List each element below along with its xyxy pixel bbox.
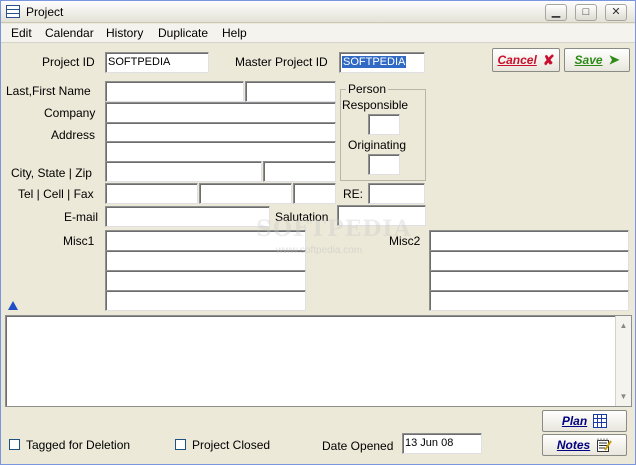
tel-cell-fax-label: Tel | Cell | Fax [18,187,94,201]
date-opened-field[interactable]: 13 Jun 08 [402,433,482,454]
misc1-line3-field[interactable] [105,270,306,291]
first-name-field[interactable] [245,81,336,102]
cancel-button[interactable]: Cancel ✘ [492,48,560,72]
maximize-icon[interactable]: □ [575,4,597,21]
scroll-down-icon[interactable]: ▼ [616,389,631,404]
company-label: Company [44,106,96,120]
master-project-id-value: SOFTPEDIA [342,56,407,68]
plan-label: Plan [561,414,588,428]
tagged-for-deletion-checkbox[interactable] [9,439,20,450]
project-id-label: Project ID [42,55,95,69]
misc2-line4-field[interactable] [429,290,629,311]
last-name-field[interactable] [105,81,244,102]
cancel-label: Cancel [497,53,537,67]
city-state-zip-label: City, State | Zip [11,166,92,180]
watermark-logo: SOFTPEDIA [256,216,412,242]
address-line1-field[interactable] [105,122,336,143]
plan-button[interactable]: Plan [542,410,627,432]
cancel-x-icon: ✘ [542,51,555,68]
scroll-up-icon[interactable]: ▲ [616,318,631,333]
misc2-line1-field[interactable] [429,230,629,251]
master-project-id-label: Master Project ID [235,55,328,69]
notes-textarea[interactable]: ▲ ▼ [5,315,632,407]
project-closed-checkbox[interactable] [175,439,186,450]
date-opened-value: 13 Jun 08 [405,437,454,449]
save-label: Save [574,53,603,67]
close-icon[interactable]: ✕ [605,4,627,21]
tel-field[interactable] [105,183,198,204]
title-bar[interactable]: Project ▁ □ ✕ [1,1,635,23]
misc2-line2-field[interactable] [429,250,629,271]
city-field[interactable] [105,161,262,182]
project-id-value: SOFTPEDIA [108,56,171,68]
notes-pad-icon [597,438,613,452]
menu-history[interactable]: History [106,26,143,40]
menu-bar: Edit Calendar History Duplicate Help [1,24,635,43]
re-label: RE: [343,187,364,201]
menu-calendar[interactable]: Calendar [45,26,94,40]
fax-field[interactable] [293,183,336,204]
menu-edit[interactable]: Edit [11,26,32,40]
date-opened-label: Date Opened [322,439,394,453]
watermark-url: www.softpedia.com [276,245,363,256]
project-id-field[interactable]: SOFTPEDIA [105,52,209,73]
notes-scrollbar[interactable]: ▲ ▼ [615,316,631,406]
company-field[interactable] [105,102,336,123]
minimize-icon[interactable]: ▁ [545,4,567,21]
misc1-label: Misc1 [63,234,95,248]
originating-field[interactable] [368,154,400,175]
email-field[interactable] [105,206,270,227]
state-zip-field[interactable] [263,161,336,182]
responsible-label: Responsible [342,98,409,112]
master-project-id-field[interactable]: SOFTPEDIA [339,52,425,73]
plan-grid-icon [593,414,608,428]
re-field[interactable] [368,183,425,204]
originating-label: Originating [348,138,407,152]
project-closed-label: Project Closed [192,438,271,452]
address-label: Address [51,128,96,142]
expand-triangle-icon[interactable] [8,301,18,310]
misc1-line4-field[interactable] [105,290,306,311]
misc2-line3-field[interactable] [429,270,629,291]
address-line2-field[interactable] [105,141,336,162]
save-button[interactable]: Save ➤ [564,48,630,72]
notes-button[interactable]: Notes [542,434,627,456]
responsible-field[interactable] [368,114,400,135]
menu-help[interactable]: Help [222,26,247,40]
save-arrow-icon: ➤ [608,52,620,67]
email-label: E-mail [64,210,99,224]
project-window: Project ▁ □ ✕ Edit Calendar History Dupl… [0,0,636,465]
app-icon [6,5,20,18]
menu-duplicate[interactable]: Duplicate [158,26,208,40]
name-label: Last,First Name [6,84,91,98]
tagged-for-deletion-label: Tagged for Deletion [26,438,131,452]
cell-field[interactable] [199,183,292,204]
notes-label: Notes [556,438,591,452]
window-title: Project [26,5,64,19]
person-group-title: Person [346,82,389,96]
